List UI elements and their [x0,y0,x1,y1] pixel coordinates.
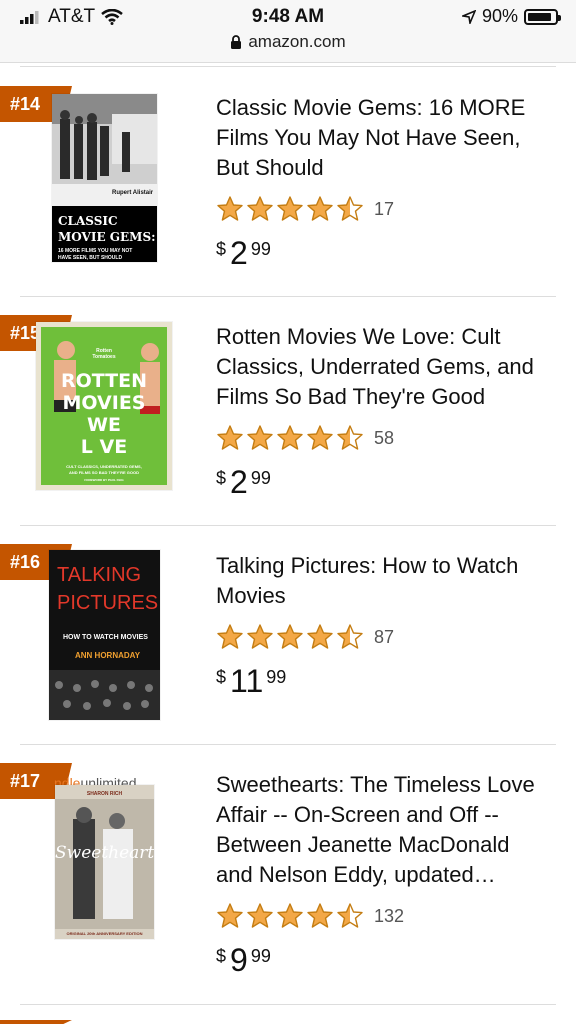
divider [20,1004,556,1005]
star-half-icon [337,624,363,649]
divider [20,296,556,297]
star-rating [216,424,364,452]
price-whole: 2 [230,235,248,271]
cover-author: SHARON RICH [86,791,123,797]
price-whole: 11 [230,663,264,699]
cover-subtitle-line: CULT CLASSICS, UNDERRATED GEMS, [66,464,142,469]
book-cover[interactable]: SHARON RICH Sweethearts ORIGINAL 20th AN… [55,785,154,939]
star-full-icon [307,196,333,221]
price-fraction: 99 [250,946,271,966]
star-full-icon [247,425,273,450]
location-arrow-icon [461,9,476,24]
star-rating [216,623,364,651]
star-full-icon [307,624,333,649]
battery-percent: 90% [481,6,518,26]
star-half-icon [337,903,363,928]
cover-title: Sweethearts [55,843,154,863]
item-details: Rotten Movies We Love: Cult Classics, Un… [216,322,546,498]
star-full-icon [307,425,333,450]
star-half-icon [337,196,363,221]
star-full-icon [217,903,243,928]
cover-title-line: MOVIES [62,392,146,414]
cover-top-text: Rotten Tomatoes [92,348,116,360]
price: $ 2 99 [216,237,546,269]
rating-count: 132 [374,905,405,926]
url-text: amazon.com [248,32,346,51]
book-cover[interactable]: Rupert Alistair CLASSIC MOVIE GEMS: 16 M… [52,94,157,262]
price-symbol: $ [216,946,227,966]
star-half-icon [337,425,363,450]
lock-icon [231,35,242,49]
status-bar: AT&T 9:48 AM amazon.com 90% [0,0,576,63]
price-symbol: $ [216,667,227,687]
price-symbol: $ [216,468,227,488]
cover-subtitle-line: 16 MORE FILMS YOU MAY NOT [58,248,133,254]
cover-subtitle-line: AND FILMS SO BAD THEY'RE GOOD [68,470,140,475]
cover-subtitle: HOW TO WATCH MOVIES [63,634,148,641]
divider [20,744,556,745]
rating-row[interactable]: 132 [216,902,546,930]
price-fraction: 99 [266,667,287,687]
book-title-link[interactable]: Classic Movie Gems: 16 MORE Films You Ma… [216,93,546,183]
book-title-link[interactable]: Sweethearts: The Timeless Love Affair --… [216,770,546,890]
cover-title-line: ROTTEN [60,370,148,392]
cover-title-line: MOVIE GEMS: [58,230,156,244]
cover-author: ANN HORNADAY [75,651,141,660]
star-full-icon [277,196,303,221]
star-rating [216,902,364,930]
cover-author: Rupert Alistair [112,190,154,196]
star-full-icon [277,624,303,649]
star-rating [216,195,364,223]
price: $ 9 99 [216,944,546,976]
cover-edition: ORIGINAL 20th ANNIVERSARY EDITION [55,931,154,936]
status-right: 90% [461,6,561,27]
star-full-icon [247,903,273,928]
cover-title-line: CLASSIC [58,214,118,228]
book-title-link[interactable]: Talking Pictures: How to Watch Movies [216,551,546,611]
star-full-icon [277,425,303,450]
cover-title-line: WE [87,414,121,436]
star-full-icon [277,903,303,928]
cover-photo [55,799,154,929]
book-cover[interactable]: Rotten Tomatoes ROTTEN MOVIES WE L VE CU… [36,322,172,490]
book-title-link[interactable]: Rotten Movies We Love: Cult Classics, Un… [216,322,546,412]
price: $ 2 99 [216,466,546,498]
star-full-icon [307,903,333,928]
price-symbol: $ [216,239,227,259]
rating-row[interactable]: 87 [216,623,546,651]
star-full-icon [247,624,273,649]
star-full-icon [217,624,243,649]
url-bar[interactable]: amazon.com [0,32,576,52]
cover-audience-image [49,670,160,720]
price-fraction: 99 [250,468,271,488]
star-full-icon [217,196,243,221]
price-whole: 2 [230,464,248,500]
star-full-icon [217,425,243,450]
divider [20,525,556,526]
price: $ 11 99 [216,665,546,697]
battery-icon [524,8,561,25]
rating-count: 17 [374,198,395,219]
price-fraction: 99 [250,239,271,259]
cover-title-line: TALKING [57,564,142,586]
rating-count: 87 [374,626,395,647]
rating-row[interactable]: 17 [216,195,546,223]
rating-count: 58 [374,427,395,448]
item-details: Sweethearts: The Timeless Love Affair --… [216,770,546,976]
book-cover[interactable]: TALKING PICTURES HOW TO WATCH MOVIES ANN… [49,550,160,720]
divider [20,66,556,67]
item-details: Classic Movie Gems: 16 MORE Films You Ma… [216,93,546,269]
cover-title-line: PICTURES [57,592,159,614]
cover-title-line: L VE [80,436,128,458]
cover-foreword: FOREWORD BY PAUL FEIG [84,478,124,482]
next-rank-badge [0,1020,72,1024]
star-full-icon [247,196,273,221]
item-details: Talking Pictures: How to Watch Movies 87… [216,551,546,697]
cover-subtitle-line: HAVE SEEN, BUT SHOULD [58,255,123,261]
price-whole: 9 [230,942,248,978]
rating-row[interactable]: 58 [216,424,546,452]
